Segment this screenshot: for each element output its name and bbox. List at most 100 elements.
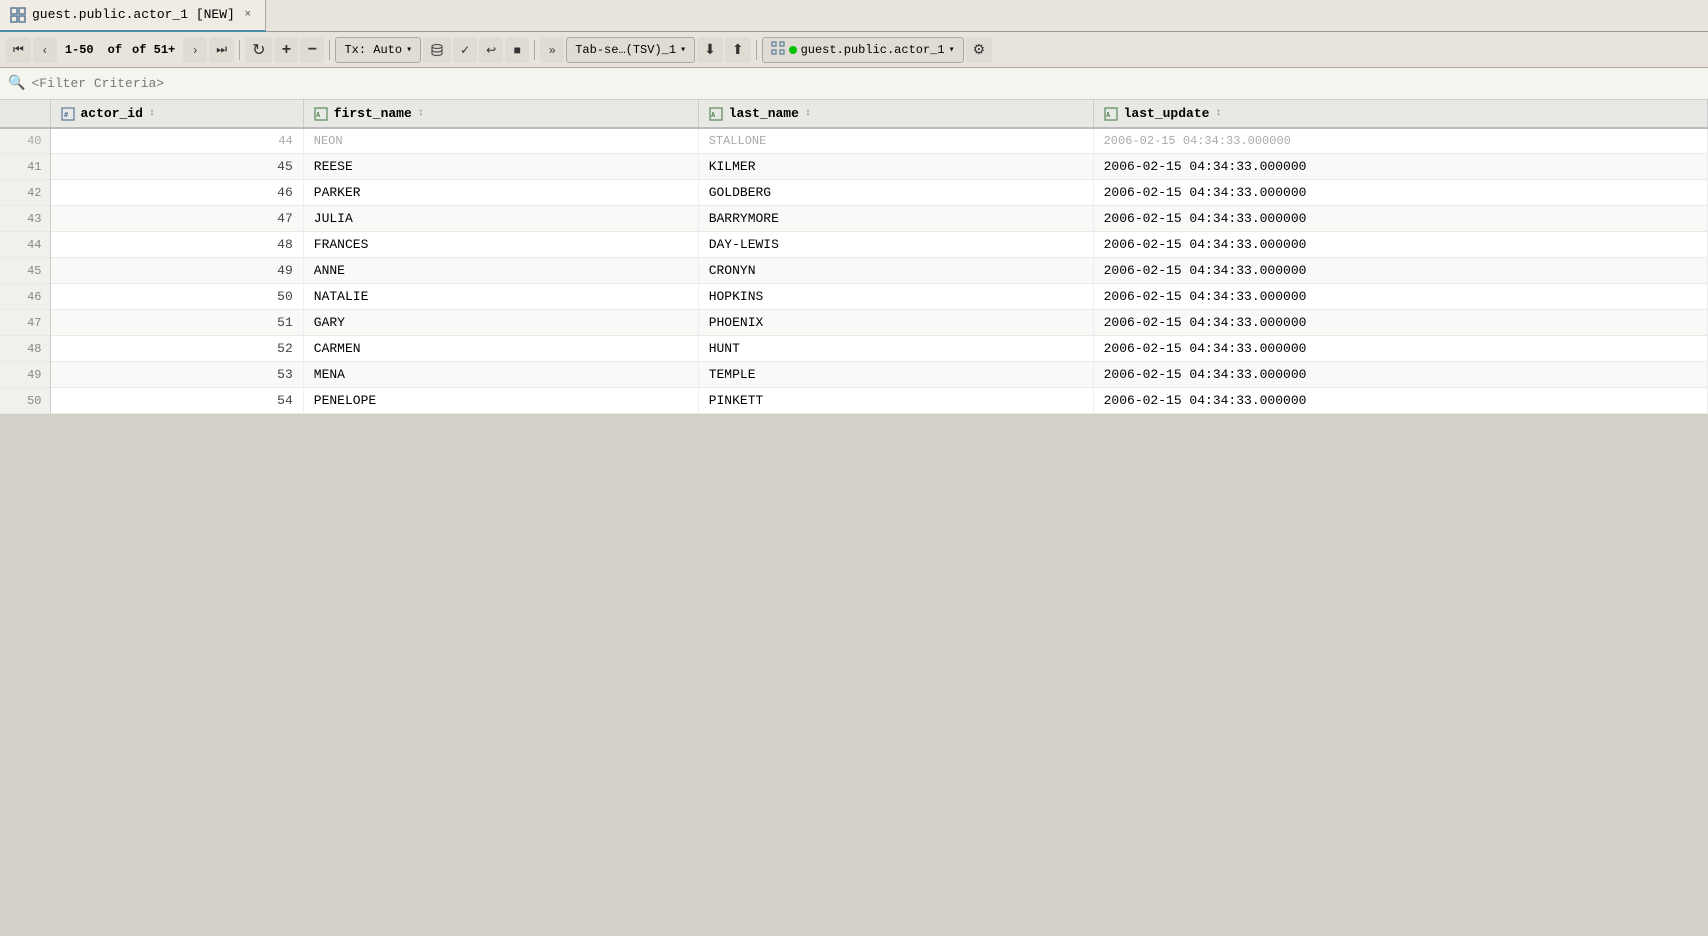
row-num-cell: 42	[0, 180, 50, 206]
remove-row-button[interactable]: −	[300, 37, 324, 63]
next-page-button[interactable]: ›	[183, 37, 207, 63]
undo-button[interactable]: ↩	[479, 37, 503, 63]
table-row[interactable]: 4852CARMENHUNT2006-02-15 04:34:33.000000	[0, 336, 1708, 362]
col-actor-id-label: actor_id	[81, 106, 143, 121]
format-chevron: ▾	[680, 44, 686, 56]
row-num-cell: 50	[0, 388, 50, 414]
download-button[interactable]: ⬇	[697, 37, 723, 63]
svg-text:A: A	[1106, 111, 1111, 119]
tx-label: Tx: Auto	[344, 43, 402, 57]
table-row[interactable]: 4549ANNECRONYN2006-02-15 04:34:33.000000	[0, 258, 1708, 284]
table-row[interactable]: 5054PENELOPEPINKETT2006-02-15 04:34:33.0…	[0, 388, 1708, 414]
toolbar: ⏮ ‹ 1-50 of of 51+ › ⏭ ↻ + − Tx: Auto ▾ …	[0, 32, 1708, 68]
first-name-cell: REESE	[303, 154, 698, 180]
last-name-cell: HUNT	[698, 336, 1093, 362]
first-name-cell: PARKER	[303, 180, 698, 206]
col-first-name-label: first_name	[334, 106, 412, 121]
last-update-cell: 2006-02-15 04:34:33.000000	[1093, 180, 1707, 206]
sep-2	[329, 40, 330, 60]
last-update-cell: 2006-02-15 04:34:33.000000	[1093, 310, 1707, 336]
last-name-cell: TEMPLE	[698, 362, 1093, 388]
first-name-cell: MENA	[303, 362, 698, 388]
table-row[interactable]: 4650NATALIEHOPKINS2006-02-15 04:34:33.00…	[0, 284, 1708, 310]
row-num-cell: 48	[0, 336, 50, 362]
sep-1	[239, 40, 240, 60]
table-row[interactable]: 4448FRANCESDAY-LEWIS2006-02-15 04:34:33.…	[0, 232, 1708, 258]
col-header-actor-id[interactable]: # actor_id ↕	[50, 100, 303, 128]
upload-button[interactable]: ⬆	[725, 37, 751, 63]
data-table: # actor_id ↕ A first_name ↕	[0, 100, 1708, 414]
last-page-button[interactable]: ⏭	[209, 37, 234, 63]
table-row[interactable]: 4751GARYPHOENIX2006-02-15 04:34:33.00000…	[0, 310, 1708, 336]
last-update-cell: 2006-02-15 04:34:33.000000	[1093, 154, 1707, 180]
col-first-name-sort[interactable]: ↕	[418, 108, 424, 119]
add-row-button[interactable]: +	[274, 37, 298, 63]
format-label: Tab-se…(TSV)_1	[575, 43, 676, 57]
last-update-cell: 2006-02-15 04:34:33.000000	[1093, 284, 1707, 310]
tab-close-button[interactable]: ×	[241, 8, 255, 22]
table-row[interactable]: 4347JULIABARRYMORE2006-02-15 04:34:33.00…	[0, 206, 1708, 232]
prev-page-button[interactable]: ‹	[33, 37, 57, 63]
table-row[interactable]: 4246PARKERGOLDBERG2006-02-15 04:34:33.00…	[0, 180, 1708, 206]
last-update-cell: 2006-02-15 04:34:33.000000	[1093, 206, 1707, 232]
col-last-name-sort[interactable]: ↕	[805, 108, 811, 119]
last-name-cell: PHOENIX	[698, 310, 1093, 336]
stop-button[interactable]: ■	[505, 37, 529, 63]
confirm-button[interactable]: ✓	[453, 37, 477, 63]
first-page-button[interactable]: ⏮	[6, 37, 31, 63]
more-button[interactable]: »	[540, 37, 564, 63]
page-total: of 51+	[126, 41, 181, 59]
first-name-cell: NATALIE	[303, 284, 698, 310]
actor-id-cell: 46	[50, 180, 303, 206]
db-icon-button[interactable]	[423, 37, 451, 63]
str-col-icon-last: A	[709, 107, 723, 121]
col-actor-id-sort[interactable]: ↕	[149, 108, 155, 119]
row-num-cell: 40	[0, 128, 50, 154]
row-num-header	[0, 100, 50, 128]
filter-bar: 🔍 <Filter Criteria>	[0, 68, 1708, 100]
tab-actor1[interactable]: guest.public.actor_1 [NEW] ×	[0, 0, 266, 32]
tab-label: guest.public.actor_1 [NEW]	[32, 7, 235, 22]
svg-text:A: A	[711, 111, 716, 119]
last-name-cell: DAY-LEWIS	[698, 232, 1093, 258]
col-last-update-sort[interactable]: ↕	[1215, 108, 1221, 119]
settings-button[interactable]: ⚙	[966, 37, 993, 63]
connection-dropdown[interactable]: guest.public.actor_1 ▾	[762, 37, 964, 63]
last-update-cell: 2006-02-15 04:34:33.000000	[1093, 128, 1707, 154]
last-update-cell: 2006-02-15 04:34:33.000000	[1093, 258, 1707, 284]
table-row[interactable]: 4953MENATEMPLE2006-02-15 04:34:33.000000	[0, 362, 1708, 388]
format-dropdown[interactable]: Tab-se…(TSV)_1 ▾	[566, 37, 695, 63]
grid-icon	[10, 7, 26, 23]
empty-area	[0, 414, 1708, 614]
col-last-update-label: last_update	[1124, 106, 1210, 121]
last-update-cell: 2006-02-15 04:34:33.000000	[1093, 362, 1707, 388]
col-header-last-update[interactable]: A last_update ↕	[1093, 100, 1707, 128]
row-num-cell: 44	[0, 232, 50, 258]
table-row[interactable]: 4145REESEKILMER2006-02-15 04:34:33.00000…	[0, 154, 1708, 180]
col-header-first-name[interactable]: A first_name ↕	[303, 100, 698, 128]
filter-criteria[interactable]: <Filter Criteria>	[31, 76, 164, 91]
actor-id-cell: 49	[50, 258, 303, 284]
actor-id-cell: 51	[50, 310, 303, 336]
first-name-cell: ANNE	[303, 258, 698, 284]
refresh-button[interactable]: ↻	[245, 37, 272, 63]
col-last-name-label: last_name	[729, 106, 799, 121]
last-name-cell: BARRYMORE	[698, 206, 1093, 232]
tx-chevron: ▾	[406, 44, 412, 56]
tx-dropdown[interactable]: Tx: Auto ▾	[335, 37, 421, 63]
col-header-last-name[interactable]: A last_name ↕	[698, 100, 1093, 128]
actor-id-cell: 52	[50, 336, 303, 362]
row-num-cell: 49	[0, 362, 50, 388]
pagination-group: ⏮ ‹ 1-50 of of 51+ › ⏭	[6, 37, 234, 63]
last-name-cell: STALLONE	[698, 128, 1093, 154]
connection-icon	[771, 41, 785, 59]
last-name-cell: KILMER	[698, 154, 1093, 180]
actor-id-cell: 45	[50, 154, 303, 180]
first-name-cell: JULIA	[303, 206, 698, 232]
first-name-cell: PENELOPE	[303, 388, 698, 414]
table-row[interactable]: 40 44 NEON STALLONE 2006-02-15 04:34:33.…	[0, 128, 1708, 154]
actor-id-cell: 53	[50, 362, 303, 388]
str-col-icon-date: A	[1104, 107, 1118, 121]
row-num-cell: 45	[0, 258, 50, 284]
first-name-cell: CARMEN	[303, 336, 698, 362]
